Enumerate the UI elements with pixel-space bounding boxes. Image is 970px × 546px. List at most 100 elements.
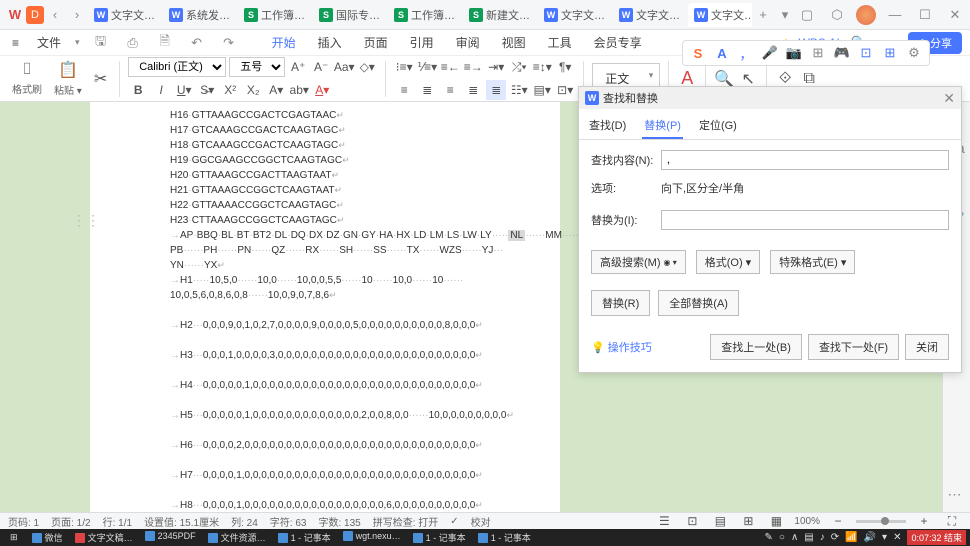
align-justify-icon[interactable]: ≣ [463,80,483,100]
zoom-level[interactable]: 100% [794,516,820,527]
zoom-out-icon[interactable]: − [828,511,848,531]
view-mode-4-icon[interactable]: ⊞ [738,511,758,531]
tab-list-icon[interactable]: ▾ [774,4,796,26]
strike-button[interactable]: S̶▾ [197,80,217,100]
grow-font-icon[interactable]: A⁺ [288,57,308,77]
home-tab-icon[interactable]: D [26,6,44,24]
tb-time[interactable]: 0:07:32 结束 [907,530,966,545]
doc-tab-1[interactable]: W系统发… [163,3,236,27]
sb-wordcount[interactable]: 字数: 135 [318,514,360,529]
view-mode-3-icon[interactable]: ▤ [710,511,730,531]
undo-icon[interactable]: ↶ [186,32,208,54]
adv-search-button[interactable]: 高级搜索(M) ◉ ▾ [591,250,686,274]
tab-icon[interactable]: ⇥▾ [486,57,506,77]
close-button[interactable]: 关闭 [905,334,949,360]
replace-input[interactable] [661,210,949,230]
tb-tray1-icon[interactable]: ▤ [804,532,813,543]
sb-lines[interactable]: 行: 1/1 [103,514,132,529]
tb-tray2-icon[interactable]: ♪ [820,532,825,543]
file-dropdown-icon[interactable]: ▾ [75,37,80,48]
menu-collapse-icon[interactable]: ≡ [8,34,23,52]
close-window-icon[interactable]: ✕ [944,4,966,26]
shrink-font-icon[interactable]: A⁻ [311,57,331,77]
menu-审阅[interactable]: 审阅 [452,32,484,53]
dialog-titlebar[interactable]: W 查找和替换 ✕ [579,87,961,109]
italic-button[interactable]: I [151,80,171,100]
change-case-icon[interactable]: Aa▾ [334,57,354,77]
highlight-button[interactable]: ab▾ [289,80,309,100]
shading-icon[interactable]: ▤▾ [532,80,552,100]
print-preview-icon[interactable]: 🗎 [154,32,176,54]
menu-会员专享[interactable]: 会员专享 [590,32,646,53]
doc-tab-2[interactable]: S工作簿… [238,3,311,27]
view-mode-2-icon[interactable]: ⊡ [682,511,702,531]
doc-tab-7[interactable]: W文字文… [613,3,686,27]
file-menu[interactable]: 文件 [33,32,65,53]
paste-button[interactable]: 📋 粘贴 ▾ [50,58,86,99]
zoom-slider[interactable] [856,520,906,523]
ime-game-icon[interactable]: 🎮 [833,44,851,62]
show-marks-icon[interactable]: ¶▾ [555,57,575,77]
format-button[interactable]: 格式(O) ▾ [696,250,760,274]
bold-button[interactable]: B [128,80,148,100]
redo-icon[interactable]: ↷ [218,32,240,54]
fullscreen-icon[interactable]: ⛶ [942,511,962,531]
taskbar-item-3[interactable]: 文件资源… [202,531,272,544]
zoom-in-icon[interactable]: + [914,511,934,531]
doc-tab-5[interactable]: S新建文… [463,3,536,27]
sb-proof-icon[interactable]: ✓ [450,516,458,527]
align-left-icon[interactable]: ≡ [394,80,414,100]
nav-back-icon[interactable]: ‹ [44,4,66,26]
tb-pen-icon[interactable]: ✎ [765,532,773,543]
dialog-close-icon[interactable]: ✕ [943,90,955,107]
tb-circle-icon[interactable]: ○ [779,532,785,543]
clear-format-icon[interactable]: ◇▾ [357,57,377,77]
doc-tab-4[interactable]: S工作簿… [388,3,461,27]
numbering-icon[interactable]: ⅟≡▾ [417,57,437,77]
nav-fwd-icon[interactable]: › [66,4,88,26]
dialog-tab-replace[interactable]: 替换(P) [642,113,683,139]
font-effect-button[interactable]: A▾ [266,80,286,100]
view-mode-5-icon[interactable]: ▦ [766,511,786,531]
replace-all-button[interactable]: 全部替换(A) [658,290,739,316]
taskbar-item-2[interactable]: 2345PDF [139,531,202,541]
borders-icon[interactable]: ⊡▾ [555,80,575,100]
align-center-icon[interactable]: ≣ [417,80,437,100]
doc-tab-6[interactable]: W文字文… [538,3,611,27]
bullets-icon[interactable]: ⁝≡▾ [394,57,414,77]
view-mode-1-icon[interactable]: ☰ [654,511,674,531]
ime-a-icon[interactable]: A [713,44,731,62]
sb-chars[interactable]: 字符: 63 [270,514,307,529]
tb-tray5-icon[interactable]: ▾ [882,532,887,543]
cube-icon[interactable]: ⬡ [826,4,848,26]
dialog-tab-find[interactable]: 查找(D) [587,113,628,139]
find-next-button[interactable]: 查找下一处(F) [808,334,899,360]
find-prev-button[interactable]: 查找上一处(B) [710,334,802,360]
subscript-button[interactable]: X₂ [243,80,263,100]
font-color-button[interactable]: A▾ [312,80,332,100]
dialog-tab-goto[interactable]: 定位(G) [697,113,739,139]
tips-link[interactable]: 💡操作技巧 [591,339,652,355]
start-button[interactable]: ⊞ [4,529,24,546]
find-input[interactable] [661,150,949,170]
cut-button[interactable]: ✂ [90,67,111,91]
taskbar-item-5[interactable]: wgt.nexu… [337,531,407,541]
tb-up-icon[interactable]: ∧ [791,532,798,543]
tb-close-icon[interactable]: ✕ [893,532,901,543]
sb-spell[interactable]: 拼写检查: 打开 [373,514,439,529]
menu-插入[interactable]: 插入 [314,32,346,53]
taskbar-item-6[interactable]: 1 - 记事本 [407,531,472,544]
menu-页面[interactable]: 页面 [360,32,392,53]
superscript-button[interactable]: X² [220,80,240,100]
sort-icon[interactable]: ⤮▾ [509,57,529,77]
doc-tab-3[interactable]: S国际专… [313,3,386,27]
doc-tab-0[interactable]: W文字文… [88,3,161,27]
align-right-icon[interactable]: ≡ [440,80,460,100]
underline-button[interactable]: U▾ [174,80,194,100]
ime-punct-icon[interactable]: ， [737,44,755,62]
font-size-select[interactable]: 五号 [229,57,285,77]
replace-button[interactable]: 替换(R) [591,290,650,316]
ime-mic-icon[interactable]: 🎤 [761,44,779,62]
sb-col[interactable]: 列: 24 [231,514,258,529]
format-brush-button[interactable]: ⌷ 格式刷 [8,59,46,98]
